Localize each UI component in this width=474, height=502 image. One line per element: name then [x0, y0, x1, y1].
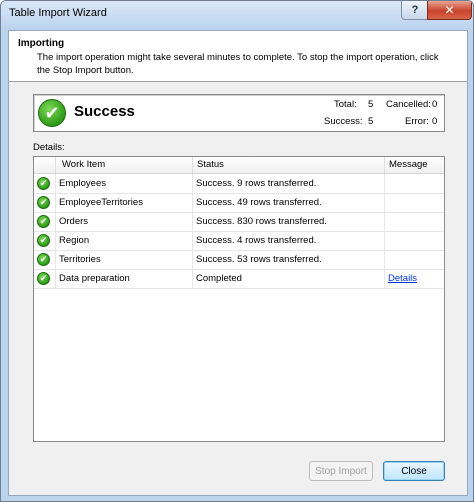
close-window-button[interactable]: ✕ [427, 1, 472, 20]
column-header-message[interactable]: Message [385, 157, 444, 173]
title-bar: Table Import Wizard ? ✕ [1, 1, 473, 29]
row-icon-cell: ✔ [34, 250, 56, 269]
check-circle-icon: ✔ [37, 272, 50, 285]
details-grid: Work Item Status Message ✔ Employees Suc… [33, 156, 445, 442]
work-item-cell: Orders [56, 212, 193, 231]
column-header-status[interactable]: Status [193, 157, 385, 173]
page-description: The import operation might take several … [37, 52, 439, 76]
table-row[interactable]: ✔ Orders Success. 830 rows transferred. [34, 212, 444, 232]
message-cell [385, 174, 444, 193]
total-value: 5 [368, 99, 374, 110]
total-label: Total: [334, 99, 357, 110]
row-icon-cell: ✔ [34, 174, 56, 193]
row-icon-cell: ✔ [34, 231, 56, 250]
row-icon-cell: ✔ [34, 212, 56, 231]
header-panel: Importing The import operation might tak… [9, 31, 467, 82]
close-button[interactable]: Close [383, 461, 445, 481]
check-circle-icon: ✔ [37, 253, 50, 266]
status-cell: Success. 9 rows transferred. [193, 174, 385, 193]
summary-panel: ✔ Success Total: 5 Cancelled: 0 Success:… [33, 94, 445, 132]
summary-status: Success [74, 103, 135, 120]
window-title: Table Import Wizard [9, 7, 107, 19]
column-header-work-item[interactable]: Work Item [56, 157, 193, 173]
work-item-cell: EmployeeTerritories [56, 193, 193, 212]
check-circle-icon: ✔ [37, 215, 50, 228]
message-cell: Details [385, 269, 444, 288]
details-link[interactable]: Details [388, 273, 417, 284]
table-row[interactable]: ✔ Territories Success. 53 rows transferr… [34, 250, 444, 270]
row-icon-cell: ✔ [34, 193, 56, 212]
message-cell [385, 212, 444, 231]
table-row[interactable]: ✔ Region Success. 4 rows transferred. [34, 231, 444, 251]
status-cell: Success. 53 rows transferred. [193, 250, 385, 269]
check-circle-icon: ✔ [37, 196, 50, 209]
work-item-cell: Region [56, 231, 193, 250]
row-icon-cell: ✔ [34, 269, 56, 288]
status-cell: Success. 4 rows transferred. [193, 231, 385, 250]
table-row[interactable]: ✔ Data preparation Completed Details [34, 269, 444, 289]
status-cell: Success. 49 rows transferred. [193, 193, 385, 212]
work-item-cell: Data preparation [56, 269, 193, 288]
status-cell: Success. 830 rows transferred. [193, 212, 385, 231]
grid-header: Work Item Status Message [34, 157, 444, 174]
status-cell: Completed [193, 269, 385, 288]
message-cell [385, 231, 444, 250]
table-row[interactable]: ✔ Employees Success. 9 rows transferred. [34, 174, 444, 194]
cancelled-value: 0 [432, 99, 438, 110]
details-label: Details: [33, 142, 65, 153]
error-label: Error: [405, 116, 429, 127]
table-import-wizard-window: Table Import Wizard ? ✕ Importing The im… [0, 0, 474, 502]
stop-import-button[interactable]: Stop Import [309, 461, 373, 481]
help-button[interactable]: ? [401, 1, 429, 20]
error-value: 0 [432, 116, 438, 127]
success-value: 5 [368, 116, 374, 127]
header-icon-column [34, 157, 56, 173]
message-cell [385, 250, 444, 269]
success-label: Success: [324, 116, 363, 127]
page-title: Importing [18, 38, 65, 49]
check-circle-icon: ✔ [37, 234, 50, 247]
check-circle-icon: ✔ [37, 177, 50, 190]
cancelled-label: Cancelled: [386, 99, 431, 110]
check-circle-icon: ✔ [38, 99, 66, 127]
work-item-cell: Employees [56, 174, 193, 193]
table-row[interactable]: ✔ EmployeeTerritories Success. 49 rows t… [34, 193, 444, 213]
message-cell [385, 193, 444, 212]
work-item-cell: Territories [56, 250, 193, 269]
wizard-body: Importing The import operation might tak… [8, 30, 468, 496]
